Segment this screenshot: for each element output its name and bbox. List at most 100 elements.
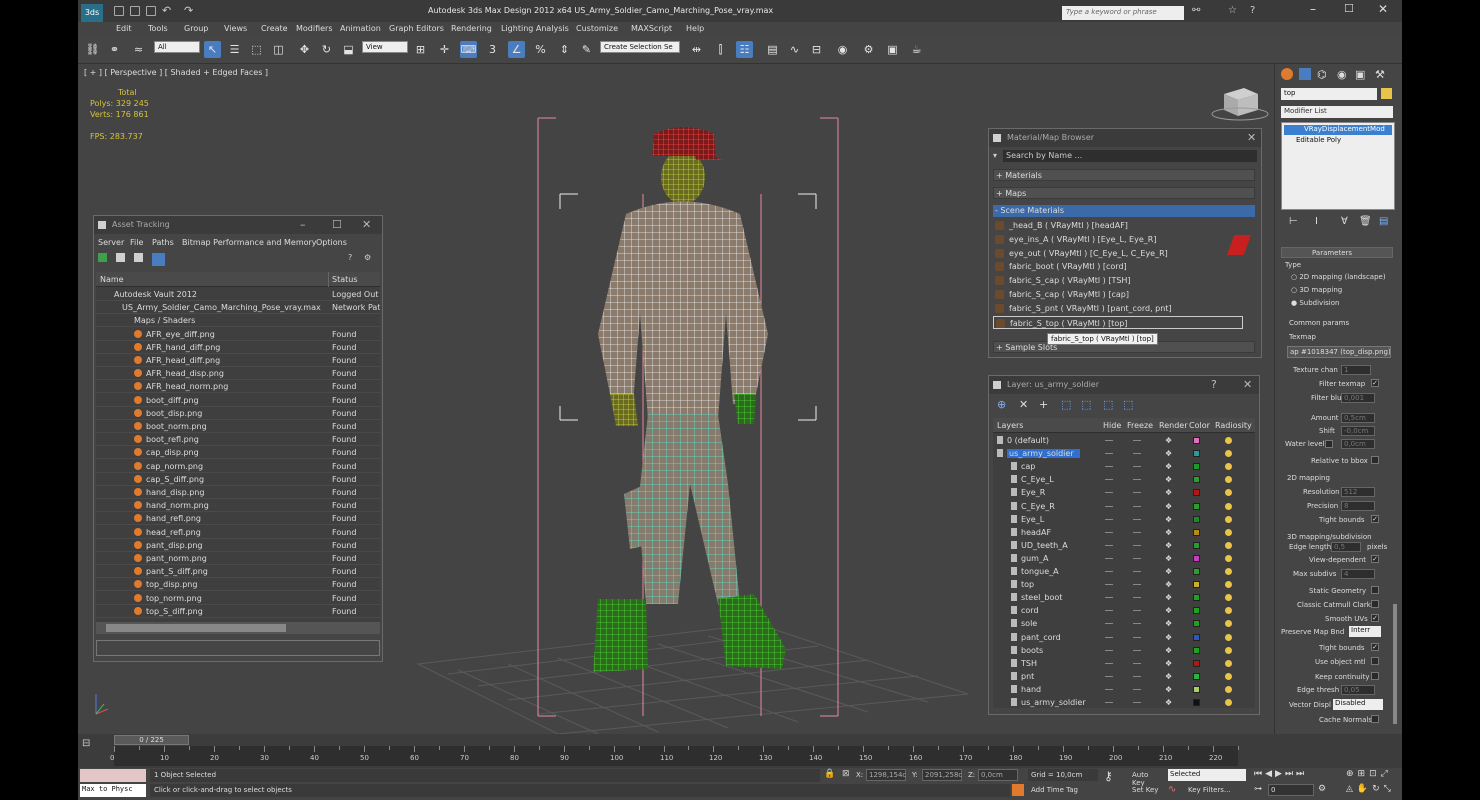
freeze-toggle[interactable] <box>1133 466 1141 468</box>
asset-row[interactable]: boot_disp.png Found <box>96 407 380 420</box>
freeze-toggle[interactable] <box>1133 479 1141 481</box>
modifier-list-dropdown[interactable]: Modifier List <box>1281 106 1393 118</box>
layer-row[interactable]: C_Eye_L ❖ <box>993 473 1255 486</box>
view-dependent-checkbox[interactable]: ✓ <box>1371 555 1379 563</box>
asset-row[interactable]: hand_disp.png Found <box>96 486 380 499</box>
menu-customize[interactable]: Customize <box>576 24 618 33</box>
texmap-button[interactable]: ap #1018347 (top_disp.png) <box>1287 346 1391 358</box>
radiosity-icon[interactable] <box>1225 646 1232 654</box>
render-toggle-icon[interactable]: ❖ <box>1165 449 1172 458</box>
asset-minimize-button[interactable]: – <box>300 218 306 231</box>
object-color-swatch[interactable] <box>1381 88 1392 99</box>
freeze-toggle[interactable] <box>1133 636 1141 638</box>
water-level-checkbox[interactable] <box>1325 440 1333 448</box>
hide-toggle[interactable] <box>1105 571 1113 572</box>
scale-icon[interactable]: ⬓ <box>340 41 357 58</box>
freeze-toggle[interactable] <box>1133 702 1141 703</box>
perspective-viewport[interactable]: [ + ] [ Perspective ] [ Shaded + Edged F… <box>78 64 1274 734</box>
asset-row[interactable]: pant_disp.png Found <box>96 539 380 552</box>
resolution-spinner[interactable]: 512 <box>1341 487 1375 497</box>
render-toggle-icon[interactable]: ❖ <box>1165 567 1172 576</box>
delete-layer-icon[interactable]: ✕ <box>1019 398 1028 411</box>
menu-group[interactable]: Group <box>184 24 208 33</box>
column-name[interactable]: Name <box>100 275 124 284</box>
link-icon[interactable]: ⛓ <box>84 41 101 58</box>
render-toggle-icon[interactable]: ❖ <box>1165 502 1172 511</box>
list-view-icon[interactable] <box>116 253 125 264</box>
classic-catmull-checkbox[interactable] <box>1371 600 1379 608</box>
hide-toggle[interactable] <box>1105 623 1113 625</box>
hide-toggle[interactable] <box>1105 518 1113 520</box>
layer-row[interactable]: boots ❖ <box>993 644 1255 657</box>
render-toggle-icon[interactable]: ❖ <box>1165 436 1172 445</box>
stack-item-vraydisplacement[interactable]: VRayDisplacementMod <box>1284 125 1392 135</box>
amount-spinner[interactable]: 0,5cm <box>1341 413 1375 423</box>
asset-row[interactable]: Autodesk Vault 2012 Logged Out ... <box>96 288 380 301</box>
snaps-toggle-icon[interactable]: 3 <box>484 41 501 58</box>
render-toggle-icon[interactable]: ❖ <box>1165 488 1172 497</box>
radiosity-icon[interactable] <box>1225 528 1232 536</box>
new-file-icon[interactable] <box>114 6 124 16</box>
key-mode-icon[interactable]: ⊶ <box>1254 784 1264 796</box>
hide-toggle[interactable] <box>1105 466 1113 468</box>
named-selection-dropdown[interactable]: Create Selection Se <box>600 41 680 53</box>
hide-toggle[interactable] <box>1105 649 1113 651</box>
layer-row[interactable]: Eye_L ❖ <box>993 513 1255 526</box>
column-freeze[interactable]: Freeze <box>1127 421 1153 430</box>
type-3d-radio[interactable]: ○ 3D mapping <box>1291 286 1342 294</box>
redo-icon[interactable]: ↷ <box>184 4 193 17</box>
material-search-input[interactable]: Search by Name ... <box>1003 150 1257 162</box>
hide-toggle[interactable] <box>1105 702 1113 703</box>
layer-row[interactable]: tongue_A ❖ <box>993 565 1255 578</box>
group-maps[interactable]: + Maps <box>993 187 1255 199</box>
save-file-icon[interactable] <box>146 6 156 16</box>
radiosity-icon[interactable] <box>1225 672 1232 680</box>
bind-spacewarp-icon[interactable]: ≈ <box>130 41 147 58</box>
layer-row[interactable]: UD_teeth_A ❖ <box>993 539 1255 552</box>
radiosity-icon[interactable] <box>1225 554 1232 562</box>
asset-row[interactable]: hand_refl.png Found <box>96 512 380 526</box>
window-crossing-icon[interactable]: ◫ <box>270 41 287 58</box>
hide-toggle[interactable] <box>1105 531 1113 533</box>
preserve-map-dropdown[interactable]: Interr <box>1349 626 1381 637</box>
schematic-view-icon[interactable]: ⊟ <box>808 41 825 58</box>
freeze-toggle[interactable] <box>1133 610 1141 612</box>
radiosity-icon[interactable] <box>1225 437 1232 444</box>
asset-hscroll-thumb[interactable] <box>106 624 286 632</box>
minimize-button[interactable]: – <box>1310 2 1316 16</box>
radiosity-icon[interactable] <box>1225 489 1232 497</box>
asset-menu-file[interactable]: File <box>130 238 143 247</box>
layer-row[interactable]: cap ❖ <box>993 460 1255 473</box>
layer-row[interactable]: steel_boot ❖ <box>993 591 1255 604</box>
layer-row[interactable]: Eye_R ❖ <box>993 486 1255 499</box>
layer-row[interactable]: pant_cord ❖ <box>993 631 1255 644</box>
material-item[interactable]: eye_out ( VRayMtl ) [C_Eye_L, C_Eye_R] <box>993 247 1243 260</box>
asset-path-field[interactable] <box>96 640 380 656</box>
pin-stack-icon[interactable]: ⊢ <box>1289 216 1298 227</box>
maxscript-input[interactable]: Max to Physc <box>80 784 146 797</box>
vector-disp-dropdown[interactable]: Disabled <box>1333 699 1383 710</box>
menu-graph-editors[interactable]: Graph Editors <box>389 24 444 33</box>
material-item[interactable]: eye_ins_A ( VRayMtl ) [Eye_L, Eye_R] <box>993 233 1243 246</box>
render-toggle-icon[interactable]: ❖ <box>1165 580 1172 589</box>
add-to-layer-icon[interactable]: + <box>1039 398 1048 411</box>
render-production-icon[interactable]: ☕ <box>908 41 925 58</box>
material-item[interactable]: fabric_S_cap ( VRayMtl ) [TSH] <box>993 274 1243 287</box>
viewport-nav-controls[interactable]: ⊕⊞⊡⤢ <box>1346 769 1392 779</box>
asset-row[interactable]: AFR_head_diff.png Found <box>96 354 380 367</box>
freeze-toggle[interactable] <box>1133 584 1141 586</box>
layer-row[interactable]: sole ❖ <box>993 617 1255 630</box>
render-toggle-icon[interactable]: ❖ <box>1165 698 1172 707</box>
column-render[interactable]: Render <box>1159 421 1187 430</box>
remove-modifier-icon[interactable]: 🗑 <box>1359 216 1372 227</box>
asset-row[interactable]: pant_norm.png Found <box>96 552 380 565</box>
freeze-toggle[interactable] <box>1133 544 1141 546</box>
asset-hscrollbar[interactable] <box>96 622 380 634</box>
undo-icon[interactable]: ↶ <box>162 4 171 17</box>
hide-toggle[interactable] <box>1105 610 1113 612</box>
layer-color-swatch[interactable] <box>1193 541 1200 549</box>
selection-lock-icon[interactable]: 🔒 <box>824 769 835 779</box>
time-tag-icon[interactable] <box>1012 784 1024 796</box>
viewcube[interactable] <box>1211 88 1269 121</box>
layer-row[interactable]: gum_A ❖ <box>993 552 1255 565</box>
